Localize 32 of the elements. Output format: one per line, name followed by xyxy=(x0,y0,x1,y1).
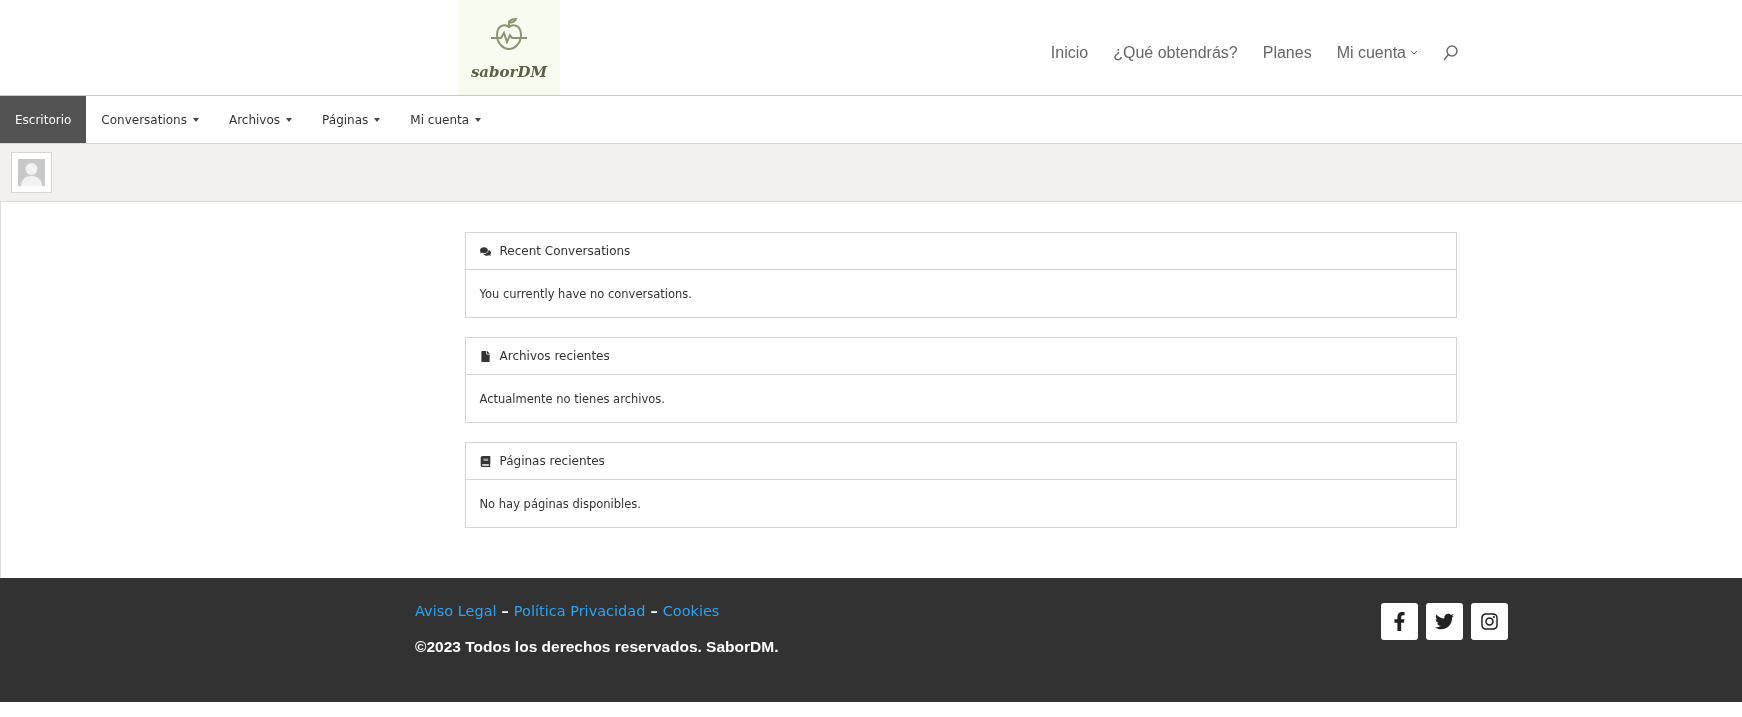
caret-icon xyxy=(374,117,381,122)
logo[interactable]: saborDM xyxy=(458,0,560,95)
footer-link[interactable]: Aviso Legal xyxy=(415,603,497,619)
empty-message: No hay páginas disponibles. xyxy=(478,495,642,513)
menu-tab[interactable]: Escritorio xyxy=(0,96,87,143)
empty-message: You currently have no conversations. xyxy=(478,285,693,303)
instagram-icon[interactable] xyxy=(1471,603,1508,640)
person-silhouette-icon xyxy=(18,159,45,186)
panel-title: Archivos recientes xyxy=(499,349,610,363)
caret-icon xyxy=(192,117,199,122)
caret-icon xyxy=(286,117,293,122)
panel-title: Páginas recientes xyxy=(499,454,605,468)
footer-link[interactable]: Cookies xyxy=(662,603,720,619)
search-icon[interactable] xyxy=(1443,44,1458,61)
book-icon xyxy=(479,455,491,467)
empty-message: Actualmente no tienes archivos. xyxy=(478,390,666,408)
nav-link[interactable]: Mi cuenta xyxy=(1336,43,1418,62)
logo-text: saborDM xyxy=(470,62,548,81)
footer-link[interactable]: Política Privacidad xyxy=(513,603,646,619)
file-icon xyxy=(479,350,491,362)
chevron-down-icon xyxy=(1410,49,1418,56)
separator: – xyxy=(650,603,658,619)
twitter-icon[interactable] xyxy=(1426,603,1463,640)
separator: – xyxy=(501,603,509,619)
chat-bubbles-icon xyxy=(479,245,491,257)
nav-link[interactable]: Planes xyxy=(1262,43,1312,62)
nav-link[interactable]: ¿Qué obtendrás? xyxy=(1113,43,1238,62)
caret-icon xyxy=(475,117,482,122)
facebook-icon[interactable] xyxy=(1381,603,1418,640)
nav-link[interactable]: Inicio xyxy=(1050,43,1089,62)
panel-title: Recent Conversations xyxy=(499,244,631,258)
copyright-text: ©2023 Todos los derechos reservados. SaborDM. xyxy=(415,638,779,656)
